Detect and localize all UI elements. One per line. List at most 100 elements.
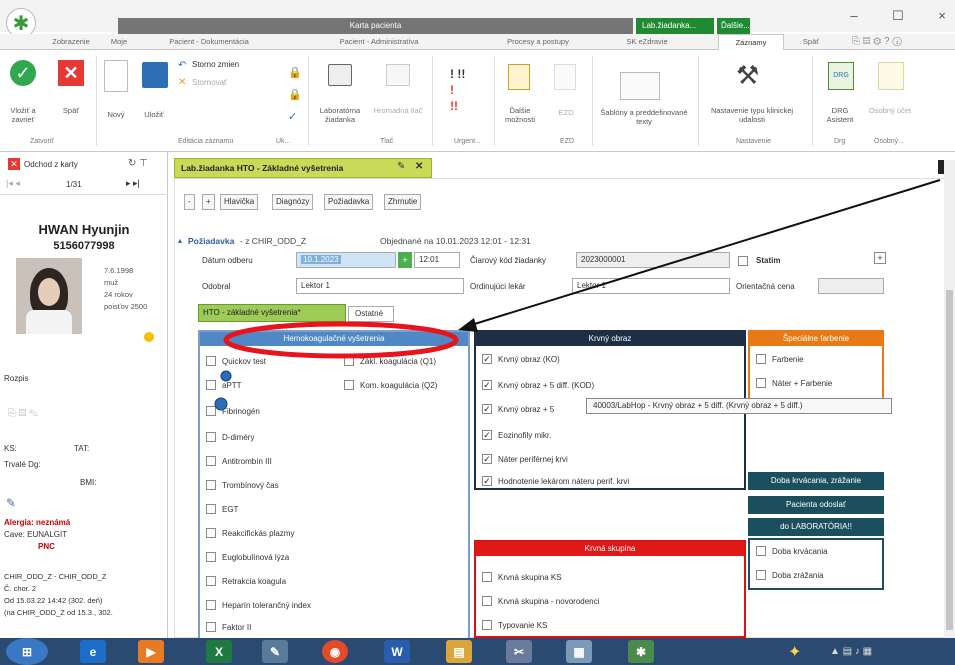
tab-pacient-dokumentacia[interactable]: Pacient - Dokumentácia <box>146 34 272 50</box>
checkbox-row[interactable]: Krvná skupina KS <box>482 572 562 582</box>
subtab-poziadavka[interactable]: Požiadavka <box>324 194 374 210</box>
checkbox[interactable] <box>482 596 492 606</box>
checkbox[interactable] <box>206 576 216 586</box>
cancel-x-icon[interactable]: ✕ <box>58 60 84 86</box>
pager-next-icons[interactable]: ▸ ▸| <box>126 178 140 189</box>
tool-icon[interactable]: ✂ <box>506 640 532 663</box>
checkbox-row[interactable]: Krvná skupina - novorodenci <box>482 596 599 606</box>
checkbox[interactable] <box>206 552 216 562</box>
checkbox-row[interactable]: ✓ Krvný obraz + 5 <box>482 404 554 414</box>
pencil-icon[interactable]: ✎ <box>397 161 405 172</box>
chrome-icon[interactable]: ◉ <box>322 640 348 663</box>
checkbox-row[interactable]: Trombínový čas <box>206 480 279 490</box>
checkbox-row[interactable]: aPTT <box>206 380 242 390</box>
ordinujuci-field[interactable]: Lektor 1 <box>572 278 730 294</box>
spat-button[interactable]: Späť <box>56 106 86 115</box>
checked-checkbox[interactable]: ✓ <box>482 380 492 390</box>
section-toggle-icon[interactable]: ▴ <box>178 236 182 245</box>
checkbox-row[interactable]: Euglobulínová lýza <box>206 552 289 562</box>
checkbox-row[interactable]: Farbenie <box>756 354 804 364</box>
checkbox-row[interactable]: Heparín tolerančný index <box>206 600 311 610</box>
inner-tab-ostatne[interactable]: Ostatné <box>348 306 394 322</box>
expand-button[interactable]: + <box>202 194 215 210</box>
refresh-filter-icons[interactable]: ↻ ⊤ <box>128 158 148 169</box>
vlozit-button[interactable]: Vložiť a zavrieť <box>2 106 44 124</box>
pager-prev-icons[interactable]: |◂ ◂ <box>6 178 20 189</box>
checkbox-row[interactable]: Náter + Farbenie <box>756 378 832 388</box>
checkbox-row[interactable]: Doba krvácania <box>756 546 828 556</box>
checkbox[interactable] <box>206 480 216 490</box>
checkbox[interactable] <box>206 528 216 538</box>
sablony-button[interactable]: Šablóny a preddefinované texty <box>596 108 692 126</box>
document-tab[interactable]: Lab.žiadanka HTO - Základné vyšetrenia ✎… <box>174 158 432 178</box>
new-document-icon[interactable] <box>104 60 128 92</box>
checkbox[interactable] <box>344 356 354 366</box>
maximize-button[interactable]: ☐ <box>886 6 910 26</box>
odobral-field[interactable]: Lektor 1 <box>296 278 464 294</box>
subtab-zhrnutie[interactable]: Zhrnutie <box>384 194 422 210</box>
tab-ezdravie[interactable]: SK eZdravie <box>604 34 690 50</box>
checkbox[interactable] <box>756 570 766 580</box>
osobny-ucet-button[interactable]: Osobný účet <box>868 106 912 115</box>
checkbox[interactable] <box>206 622 216 632</box>
checkbox[interactable] <box>206 600 216 610</box>
checkbox-row[interactable]: Quickov test <box>206 356 266 366</box>
checkbox[interactable] <box>206 356 216 366</box>
tab-zobrazenie[interactable]: Zobrazenie <box>46 34 96 50</box>
checkbox-row[interactable]: D-diméry <box>206 432 254 442</box>
checkbox-row[interactable]: Antitrombín III <box>206 456 272 466</box>
scrollbar-thumb[interactable] <box>946 290 953 630</box>
checkmark-icon[interactable]: ✓ <box>10 60 36 86</box>
checkbox-row[interactable]: Fibrinogén <box>206 406 260 416</box>
storno-button[interactable]: Storno zmien <box>192 60 239 69</box>
drg-asistent-button[interactable]: DRG Asistent <box>820 106 860 124</box>
checkbox-row[interactable]: ✓ Krvný obraz + 5 diff. (KOD) <box>482 380 594 390</box>
start-button[interactable]: ⊞ <box>6 638 48 665</box>
context-tab-lab-ziadanka[interactable]: Lab.žiadanka... <box>636 18 714 34</box>
close-button[interactable]: × <box>930 6 954 26</box>
nastavenie-button[interactable]: Nastavenie typu klinickej udalosti <box>702 106 802 124</box>
word-icon[interactable]: W <box>384 640 410 663</box>
quick-access-icons[interactable]: ⎘ ▤ ⚙ ? ⓘ <box>852 36 902 47</box>
checkbox-row[interactable]: EGT <box>206 504 238 514</box>
checkbox[interactable] <box>756 354 766 364</box>
media-icon[interactable]: ▶ <box>138 640 164 663</box>
folder-icon[interactable]: ▤ <box>446 640 472 663</box>
tab-procesy[interactable]: Procesy a postupy <box>488 34 588 50</box>
checked-checkbox[interactable]: ✓ <box>482 454 492 464</box>
checkbox[interactable] <box>206 432 216 442</box>
checkbox[interactable] <box>206 380 216 390</box>
close-tab-icon[interactable]: ✕ <box>415 161 423 172</box>
document-icon[interactable]: ▦ <box>566 640 592 663</box>
checkbox-row[interactable]: ✓ Krvný obraz (KO) <box>482 354 560 364</box>
checkbox[interactable] <box>344 380 354 390</box>
time-field[interactable]: 12:01 <box>414 252 460 268</box>
clipboard-icon[interactable] <box>508 64 530 90</box>
paint-icon[interactable]: ✎ <box>262 640 288 663</box>
excel-icon[interactable]: X <box>206 640 232 663</box>
checkbox[interactable] <box>756 546 766 556</box>
tab-pacient-administrativa[interactable]: Pacient - Administratíva <box>316 34 442 50</box>
checked-checkbox[interactable]: ✓ <box>482 430 492 440</box>
exit-icon[interactable]: ✕ <box>8 158 20 170</box>
checkbox-row[interactable]: Doba zrážania <box>756 570 824 580</box>
checkbox-row[interactable]: Reakcifickás plazmy <box>206 528 294 538</box>
collapse-button[interactable]: - <box>184 194 195 210</box>
checked-checkbox[interactable]: ✓ <box>482 476 492 486</box>
checked-checkbox[interactable]: ✓ <box>482 354 492 364</box>
novy-button[interactable]: Nový <box>100 110 132 119</box>
odchod-button[interactable]: Odchod z karty <box>24 160 78 169</box>
edit-icon[interactable]: ✎ <box>6 496 16 510</box>
tools-icon[interactable]: ⚒ <box>736 60 759 91</box>
checkbox-row[interactable]: Zákl. koagulácia (Q1) <box>344 356 436 366</box>
datum-field[interactable]: 10.1.2023 <box>296 252 396 268</box>
checkbox-row[interactable]: Faktor II <box>206 622 251 632</box>
checkbox[interactable] <box>756 378 766 388</box>
ulozit-button[interactable]: Uložiť <box>136 110 172 119</box>
checkbox-row[interactable]: Typovanie KS <box>482 620 547 630</box>
checkbox-row[interactable]: Kom. koagulácia (Q2) <box>344 380 437 390</box>
save-icon[interactable] <box>142 62 168 88</box>
ezd-button[interactable]: EZD <box>552 108 580 117</box>
document-icons[interactable]: ⎘ ▤ ✎ <box>8 408 38 419</box>
checkbox-row[interactable]: Retrakcia koagula <box>206 576 286 586</box>
